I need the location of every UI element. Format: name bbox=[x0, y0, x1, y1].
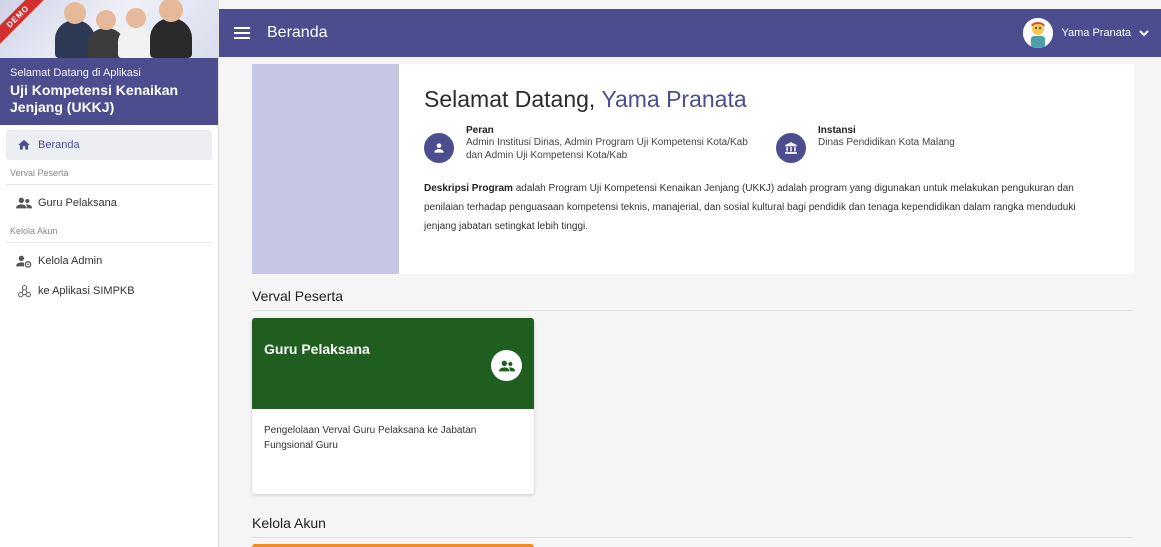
sidebar-section-kelola: Kelola Akun bbox=[6, 218, 212, 243]
welcome-user-name: Yama Pranata bbox=[601, 86, 747, 112]
page-title: Beranda bbox=[267, 24, 328, 41]
sidebar-welcome: Selamat Datang di Aplikasi Uji Kompetens… bbox=[0, 58, 218, 125]
welcome-subtitle: Selamat Datang di Aplikasi bbox=[10, 67, 141, 79]
chevron-down-icon bbox=[1139, 24, 1149, 42]
menu-icon[interactable] bbox=[233, 24, 251, 42]
sidebar-item-simpkb[interactable]: ke Aplikasi SIMPKB bbox=[6, 276, 212, 306]
description-text: adalah Program Uji Kompetensi Kenaikan J… bbox=[424, 183, 1076, 232]
sidebar-section-verval: Verval Peserta bbox=[6, 160, 212, 185]
welcome-card: Selamat Datang, Yama Pranata Peran Admin… bbox=[252, 64, 1134, 274]
section-title-kelola: Kelola Akun bbox=[252, 515, 1134, 538]
sidebar-item-label: ke Aplikasi SIMPKB bbox=[38, 285, 135, 297]
sidebar-item-kelola-admin[interactable]: Kelola Admin bbox=[6, 246, 212, 276]
institution-value: Dinas Pendidikan Kota Malang bbox=[818, 137, 955, 148]
home-icon bbox=[16, 137, 32, 153]
institution-label: Instansi bbox=[818, 125, 856, 136]
hero-person bbox=[118, 8, 154, 58]
welcome-content: Selamat Datang, Yama Pranata Peran Admin… bbox=[399, 64, 1134, 274]
demo-ribbon: DEMO bbox=[0, 0, 51, 50]
institution-icon bbox=[776, 133, 806, 163]
admin-settings-icon bbox=[16, 253, 32, 269]
welcome-heading: Selamat Datang, Yama Pranata bbox=[424, 86, 1109, 113]
role-value: Admin Institusi Dinas, Admin Program Uji… bbox=[466, 137, 748, 161]
role-label: Peran bbox=[466, 125, 494, 136]
sidebar-item-label: Beranda bbox=[38, 139, 80, 151]
section-title-verval: Verval Peserta bbox=[252, 288, 1134, 311]
card-title: Guru Pelaksana bbox=[264, 341, 370, 357]
role-block: Peran Admin Institusi Dinas, Admin Progr… bbox=[424, 125, 776, 163]
welcome-banner bbox=[252, 64, 399, 274]
sidebar-hero-image: DEMO bbox=[0, 0, 218, 58]
card-header: Guru Pelaksana bbox=[252, 318, 534, 409]
program-description: Deskripsi Program adalah Program Uji Kom… bbox=[424, 179, 1109, 236]
hub-icon bbox=[16, 283, 32, 299]
group-icon bbox=[16, 195, 32, 211]
user-menu[interactable]: Yama Pranata bbox=[1023, 18, 1149, 48]
sidebar-item-beranda[interactable]: Beranda bbox=[6, 130, 212, 160]
sidebar: DEMO Selamat Datang di Aplikasi Uji Komp… bbox=[0, 0, 219, 547]
welcome-greeting: Selamat Datang, bbox=[424, 86, 596, 112]
group-icon bbox=[491, 350, 522, 381]
sidebar-item-guru-pelaksana[interactable]: Guru Pelaksana bbox=[6, 188, 212, 218]
institution-block: Instansi Dinas Pendidikan Kota Malang bbox=[776, 125, 955, 163]
description-label: Deskripsi Program bbox=[424, 183, 513, 194]
info-row: Peran Admin Institusi Dinas, Admin Progr… bbox=[424, 125, 1109, 163]
hero-person bbox=[150, 0, 192, 58]
sidebar-item-label: Guru Pelaksana bbox=[38, 197, 117, 209]
avatar bbox=[1023, 18, 1054, 48]
main-content: Selamat Datang, Yama Pranata Peran Admin… bbox=[219, 57, 1161, 547]
card-description: Pengelolaan Verval Guru Pelaksana ke Jab… bbox=[264, 425, 477, 451]
top-bar: Beranda Yama Pranata bbox=[219, 9, 1161, 57]
person-icon bbox=[424, 133, 454, 163]
app-name: Uji Kompetensi Kenaikan Jenjang (UKKJ) bbox=[10, 82, 179, 115]
sidebar-item-label: Kelola Admin bbox=[38, 255, 103, 267]
sidebar-nav: Beranda Verval Peserta Guru Pelaksana Ke… bbox=[0, 125, 218, 311]
guru-pelaksana-card[interactable]: Guru Pelaksana Pengelolaan Verval Guru P… bbox=[252, 318, 534, 494]
user-name: Yama Pranata bbox=[1061, 27, 1131, 39]
